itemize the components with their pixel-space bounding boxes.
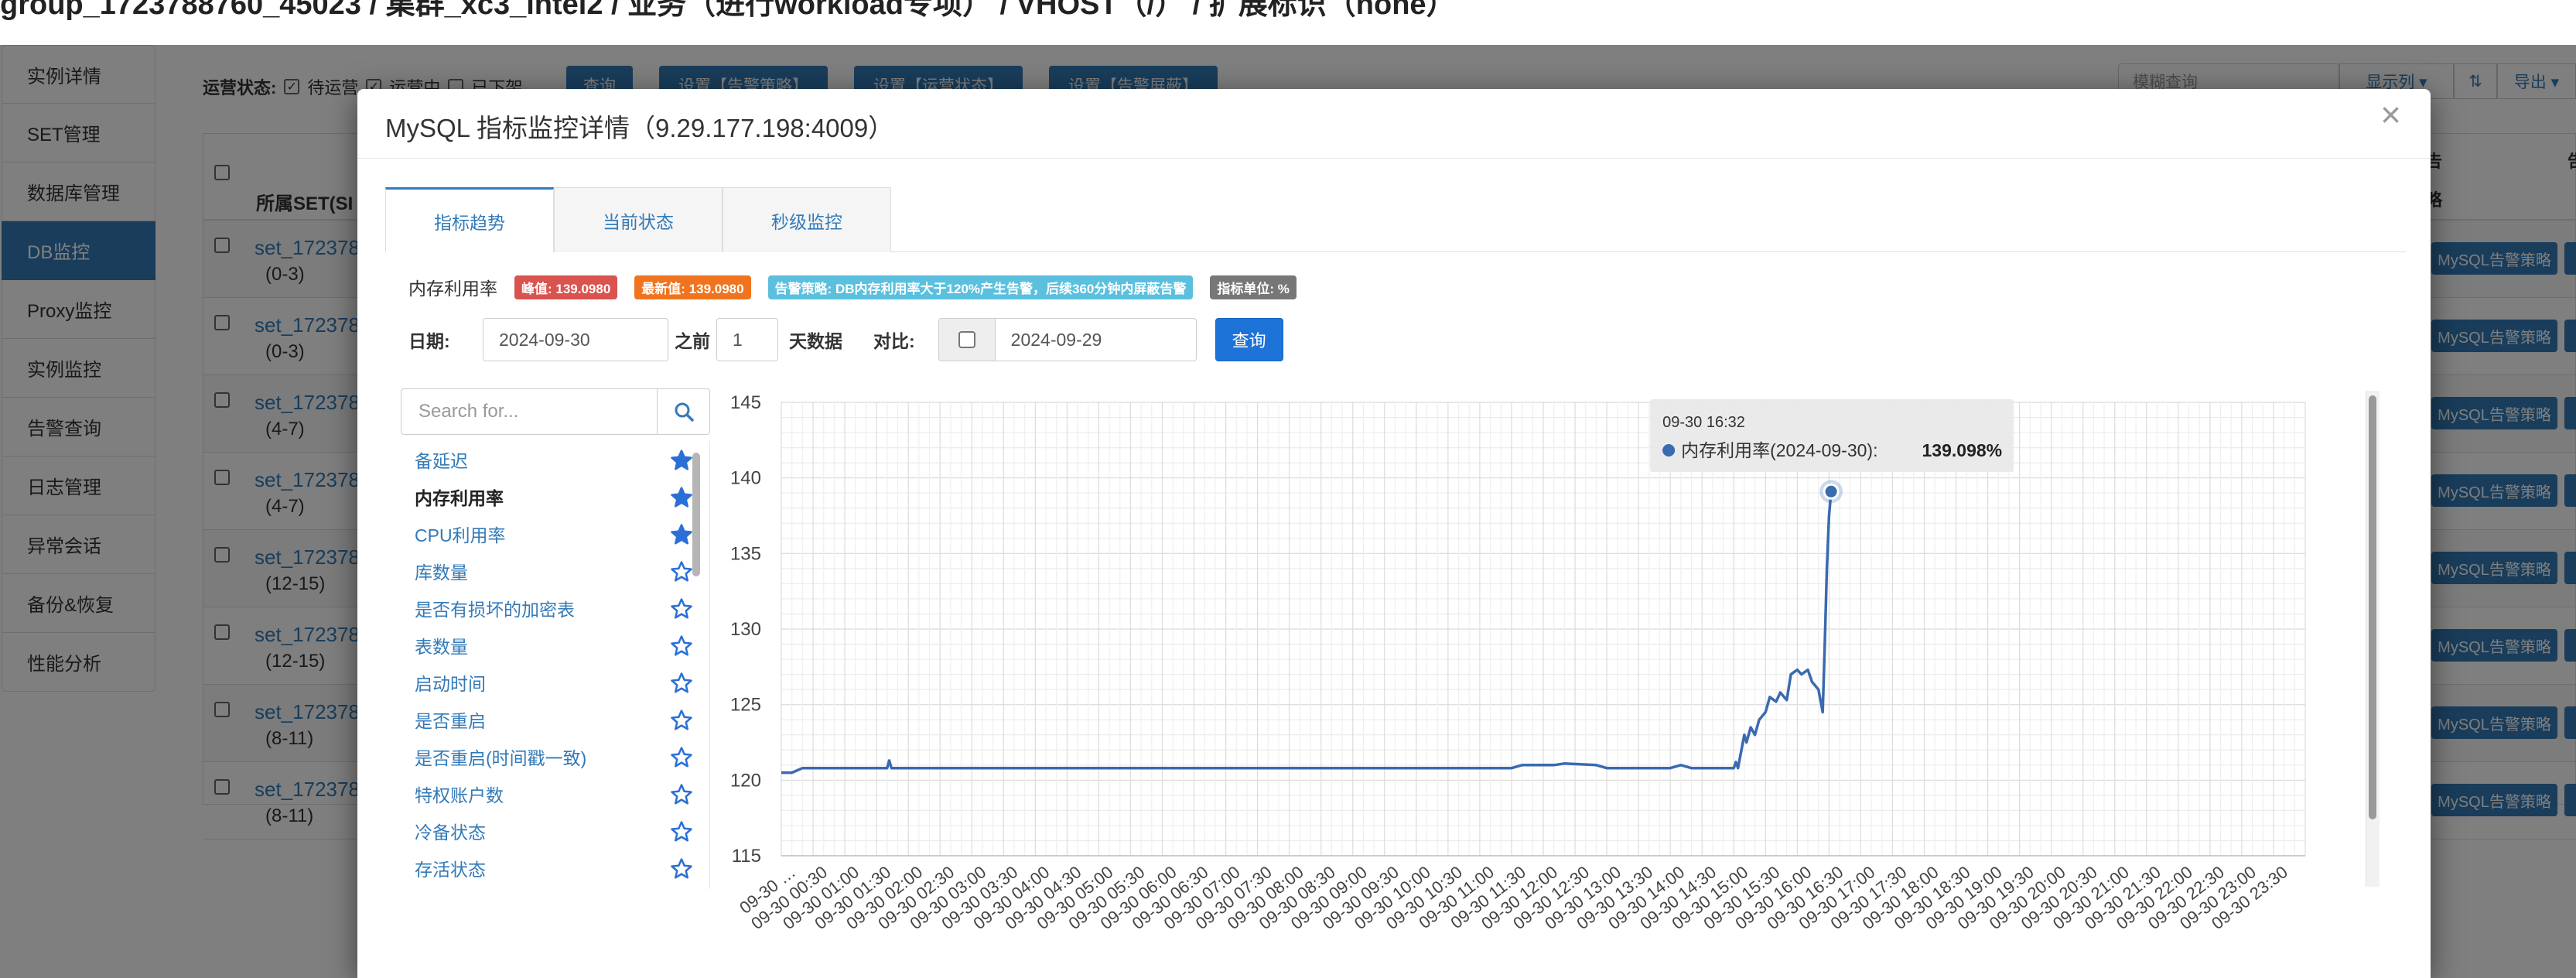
trend-chart-svg: 11512012513013514014509-30 …09-30 00:300… bbox=[730, 392, 2306, 933]
days-label: 天数据 bbox=[789, 331, 842, 351]
close-icon[interactable]: × bbox=[2380, 97, 2401, 132]
metric-list-label: 是否重启(时间戳一致) bbox=[415, 748, 587, 768]
tab-second-monitor[interactable]: 秒级监控 bbox=[723, 187, 891, 252]
metric-list-item[interactable]: CPU利用率 bbox=[415, 515, 693, 552]
y-tick-label: 120 bbox=[730, 770, 761, 791]
metric-list-item[interactable]: 库数量 bbox=[415, 552, 693, 590]
metric-list-item[interactable]: 特权账户数 bbox=[415, 775, 693, 812]
search-icon bbox=[675, 402, 694, 422]
metric-list-item[interactable]: 冷备状态 bbox=[415, 812, 693, 850]
data-point bbox=[1823, 483, 1840, 500]
star-outline-icon[interactable] bbox=[670, 709, 693, 732]
metric-summary: 内存利用率 峰值: 139.0980 最新值: 139.0980 告警策略: D… bbox=[408, 275, 1297, 299]
chart-scrollbar[interactable] bbox=[2369, 395, 2376, 819]
y-tick-label: 125 bbox=[730, 695, 761, 716]
compare-date-input[interactable]: 2024-09-29 bbox=[995, 318, 1197, 361]
before-label: 之前 bbox=[675, 331, 710, 351]
star-outline-icon[interactable] bbox=[670, 783, 693, 806]
star-outline-icon[interactable] bbox=[670, 597, 693, 621]
alert-policy-badge: 告警策略: DB内存利用率大于120%产生告警，后续360分钟内屏蔽告警 bbox=[767, 275, 1194, 299]
metric-list-label: CPU利用率 bbox=[415, 525, 506, 545]
metric-list-scrollbar[interactable] bbox=[692, 453, 700, 576]
latest-badge: 最新值: 139.0980 bbox=[634, 275, 751, 299]
metric-name: 内存利用率 bbox=[408, 279, 497, 299]
star-outline-icon[interactable] bbox=[670, 820, 693, 843]
metric-list-label: 库数量 bbox=[415, 563, 468, 583]
trend-chart: 115 120 125 130 135 140 145 09-30 … 09-30 00:30 0… bbox=[719, 387, 2392, 933]
y-tick-label: 130 bbox=[730, 619, 761, 640]
star-outline-icon[interactable] bbox=[670, 634, 693, 658]
breadcrumb: group_1723788760_45023 / 集群_xc3_intel2 /… bbox=[0, 0, 1456, 21]
tab-current-status[interactable]: 当前状态 bbox=[554, 187, 723, 252]
star-outline-icon[interactable] bbox=[670, 857, 693, 881]
metric-list-item[interactable]: 表数量 bbox=[415, 627, 693, 664]
search-button[interactable] bbox=[657, 389, 709, 434]
metric-list-label: 冷备状态 bbox=[415, 822, 486, 843]
tab-metric-trend[interactable]: 指标趋势 bbox=[385, 187, 554, 253]
metric-list-label: 内存利用率 bbox=[415, 488, 504, 508]
star-outline-icon[interactable] bbox=[670, 560, 693, 583]
metric-list-item[interactable]: 是否重启(时间戳一致) bbox=[415, 738, 693, 775]
days-input[interactable]: 1 bbox=[716, 318, 778, 361]
metric-list: 备延迟内存利用率 CPU利用率 库数量是否有损坏的加密表 表数量启动时间是否重启是否重… bbox=[401, 441, 710, 889]
metric-list-label: 是否有损坏的加密表 bbox=[415, 600, 575, 620]
metric-list-item[interactable]: 是否有损坏的加密表 bbox=[415, 590, 693, 627]
query-button[interactable]: 查询 bbox=[1215, 318, 1283, 361]
tooltip-box bbox=[1650, 399, 2014, 472]
metric-search-input[interactable]: Search for... bbox=[401, 389, 657, 434]
compare-checkbox[interactable] bbox=[958, 331, 975, 348]
tooltip-series-name: 内存利用率(2024-09-30): bbox=[1681, 440, 1877, 460]
series-line bbox=[781, 491, 1833, 775]
metric-search: Search for... bbox=[401, 388, 710, 435]
y-tick-label: 115 bbox=[732, 846, 761, 867]
compare-label: 对比: bbox=[873, 331, 915, 351]
tooltip-value: 139.098% bbox=[1922, 440, 2003, 460]
metric-list-item[interactable]: 内存利用率 bbox=[415, 478, 693, 515]
metric-list-item[interactable]: 是否重启 bbox=[415, 701, 693, 738]
star-filled-icon[interactable] bbox=[670, 449, 693, 472]
metric-list-label: 备延迟 bbox=[415, 451, 468, 471]
metric-detail-modal: MySQL 指标监控详情（9.29.177.198:4009） × 指标趋势 当… bbox=[357, 89, 2431, 978]
date-filter: 日期: 2024-09-30 之前 1 天数据 对比: 2024-09-29 查… bbox=[408, 317, 1283, 362]
y-tick-label: 145 bbox=[730, 392, 761, 413]
star-filled-icon[interactable] bbox=[670, 486, 693, 509]
metric-list-item[interactable]: 存活状态(备) bbox=[415, 887, 693, 889]
metric-list-label: 特权账户数 bbox=[415, 785, 504, 805]
peak-badge: 峰值: 139.0980 bbox=[514, 275, 618, 299]
modal-title: MySQL 指标监控详情（9.29.177.198:4009） bbox=[385, 114, 894, 142]
y-tick-label: 135 bbox=[730, 543, 761, 564]
tooltip-series-marker bbox=[1662, 444, 1676, 457]
unit-badge: 指标单位: % bbox=[1210, 275, 1297, 299]
date-label: 日期: bbox=[408, 331, 450, 351]
tooltip-time: 09-30 16:32 bbox=[1662, 414, 1745, 431]
metric-list-label: 启动时间 bbox=[415, 674, 486, 694]
tab-bar: 指标趋势 当前状态 秒级监控 bbox=[385, 187, 2406, 253]
compare-checkbox-addon[interactable] bbox=[938, 318, 996, 361]
metric-list-item[interactable]: 备延迟 bbox=[415, 441, 693, 478]
metric-list-item[interactable]: 启动时间 bbox=[415, 664, 693, 701]
star-outline-icon[interactable] bbox=[670, 672, 693, 695]
metric-list-label: 表数量 bbox=[415, 637, 468, 657]
y-tick-label: 140 bbox=[730, 468, 761, 489]
metric-list-label: 是否重启 bbox=[415, 711, 486, 731]
star-filled-icon[interactable] bbox=[670, 523, 693, 546]
metric-list-item[interactable]: 存活状态 bbox=[415, 850, 693, 887]
metric-list-label: 存活状态 bbox=[415, 860, 486, 880]
star-outline-icon[interactable] bbox=[670, 746, 693, 769]
date-input[interactable]: 2024-09-30 bbox=[483, 318, 668, 361]
modal-header: MySQL 指标监控详情（9.29.177.198:4009） × bbox=[357, 89, 2431, 159]
